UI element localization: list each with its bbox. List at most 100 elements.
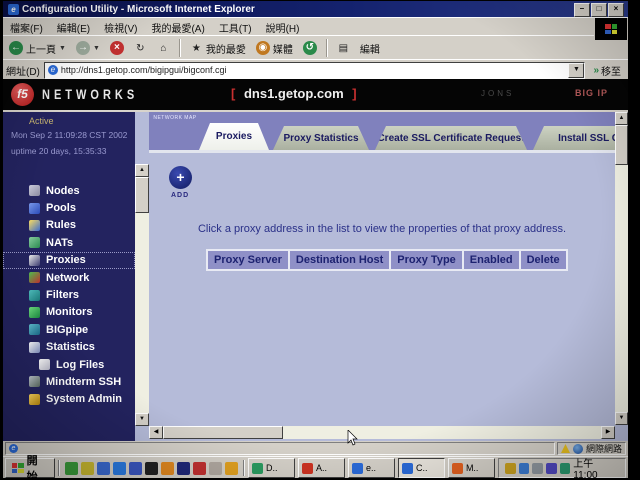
mindterm-ssh-icon (29, 376, 40, 387)
quicklaunch-icon[interactable] (225, 462, 238, 475)
go-button[interactable]: » 移至 (589, 62, 625, 79)
address-bar: 網址(D) e ▼ » 移至 (3, 59, 628, 80)
taskbar-window-4-active[interactable]: C.. (398, 458, 445, 478)
content-frame: NETWORK MAP Proxies Proxy Statistics Cre… (149, 112, 628, 441)
quicklaunch-icon[interactable] (81, 462, 94, 475)
minimize-button[interactable]: – (574, 3, 590, 17)
favorites-button[interactable]: ★ 我的最愛 (186, 40, 250, 57)
menu-tools[interactable]: 工具(T) (212, 18, 259, 37)
scroll-up-icon[interactable]: ▲ (135, 164, 149, 177)
page-icon: e (48, 65, 58, 75)
nodes-icon (29, 185, 40, 196)
sidebar-item-filters[interactable]: Filters (3, 286, 135, 303)
screen: e Configuration Utility - Microsoft Inte… (0, 0, 640, 480)
taskbar-window-1[interactable]: D.. (248, 458, 295, 478)
address-label: 網址(D) (6, 63, 40, 78)
quicklaunch-icon[interactable] (65, 462, 78, 475)
sidebar-item-network[interactable]: Network (3, 269, 135, 286)
tab-create-ssl-certificate-request[interactable]: Create SSL Certificate Request (375, 126, 527, 150)
quicklaunch-icon[interactable] (209, 462, 222, 475)
sidebar-scrollbar[interactable]: ▲ ▼ (135, 164, 149, 426)
sidebar-item-log-files[interactable]: Log Files (3, 356, 135, 373)
monitors-icon (29, 307, 40, 318)
quicklaunch-icon[interactable] (161, 462, 174, 475)
print-button[interactable]: ▤ (333, 41, 354, 56)
zone-area: 網際網路 (557, 442, 626, 455)
menu-view[interactable]: 檢視(V) (97, 18, 144, 37)
quicklaunch-icon[interactable] (129, 462, 142, 475)
sidebar: Active Mon Sep 2 11:09:28 CST 2002 uptim… (3, 112, 135, 441)
content-vertical-scrollbar[interactable]: ▲ ▼ (615, 112, 628, 425)
refresh-button[interactable]: ↻ (130, 41, 151, 56)
scroll-right-icon[interactable]: ▶ (601, 426, 615, 439)
scroll-down-icon[interactable]: ▼ (615, 412, 628, 425)
network-map-button[interactable]: NETWORK MAP (153, 115, 197, 121)
ie-app-icon (352, 463, 363, 474)
forward-dropdown-icon[interactable]: ▼ (93, 45, 100, 52)
stop-button[interactable]: × (106, 40, 128, 56)
content-horizontal-scrollbar[interactable]: ◀ ▶ (149, 426, 615, 439)
sidebar-item-system-admin[interactable]: System Admin (3, 391, 135, 408)
quicklaunch-icon[interactable] (177, 462, 190, 475)
sidebar-item-monitors[interactable]: Monitors (3, 304, 135, 321)
sidebar-item-statistics[interactable]: Statistics (3, 339, 135, 356)
quicklaunch-icon[interactable] (97, 462, 110, 475)
menu-file[interactable]: 檔案(F) (3, 18, 50, 37)
back-dropdown-icon[interactable]: ▼ (59, 45, 66, 52)
edit-button[interactable]: 編輯 (356, 40, 384, 57)
network-tray-icon[interactable] (560, 463, 571, 474)
app-icon (302, 463, 313, 474)
home-icon: ⌂ (157, 42, 170, 55)
home-button[interactable]: ⌂ (153, 41, 174, 56)
clock[interactable]: 上午 11:00 (573, 455, 619, 478)
taskbar-window-5[interactable]: M.. (448, 458, 495, 478)
taskbar-window-2[interactable]: A.. (298, 458, 345, 478)
bigip-logo-text: BIG IP (575, 88, 608, 98)
system-admin-icon (29, 394, 40, 405)
quicklaunch-icon[interactable] (113, 462, 126, 475)
tab-proxies[interactable]: Proxies (199, 123, 269, 150)
history-button[interactable]: ↺ (299, 40, 321, 56)
taskbar-window-3[interactable]: e.. (348, 458, 395, 478)
scroll-left-icon[interactable]: ◀ (149, 426, 163, 439)
back-button[interactable]: ← 上一頁 ▼ (5, 40, 70, 57)
scroll-up-icon[interactable]: ▲ (615, 112, 628, 125)
col-proxy-server: Proxy Server (207, 250, 289, 270)
system-tray: 上午 11:00 (498, 458, 626, 478)
add-button-label: ADD (171, 192, 189, 199)
add-button[interactable]: + (169, 166, 192, 189)
close-button[interactable]: × (608, 3, 624, 17)
sidebar-item-nodes[interactable]: Nodes (3, 182, 135, 199)
tray-app-icon[interactable] (546, 463, 557, 474)
zone-label: 網際網路 (586, 442, 622, 455)
sidebar-item-mindterm-ssh[interactable]: Mindterm SSH (3, 373, 135, 390)
quicklaunch-icon[interactable] (193, 462, 206, 475)
instruction-text: Click a proxy address in the list to vie… (149, 223, 615, 235)
sidebar-item-pools[interactable]: Pools (3, 199, 135, 216)
start-button[interactable]: 開始 (5, 458, 55, 478)
sidebar-item-rules[interactable]: Rules (3, 217, 135, 234)
media-button[interactable]: ◉ 媒體 (252, 40, 297, 57)
maximize-button[interactable]: □ (591, 3, 607, 17)
menu-favorites[interactable]: 我的最愛(A) (144, 18, 211, 37)
quicklaunch-icon[interactable] (145, 462, 158, 475)
volume-icon[interactable] (505, 463, 516, 474)
address-input[interactable] (61, 64, 569, 77)
scrollbar-thumb[interactable] (135, 177, 149, 213)
sidebar-item-nats[interactable]: NATs (3, 234, 135, 251)
forward-button[interactable]: → ▼ (72, 40, 104, 56)
menu-help[interactable]: 說明(H) (259, 18, 307, 37)
history-icon: ↺ (303, 41, 317, 55)
refresh-icon: ↻ (134, 42, 147, 55)
tab-proxy-statistics[interactable]: Proxy Statistics (273, 126, 369, 150)
sidebar-item-proxies[interactable]: Proxies (3, 252, 135, 269)
messenger-icon[interactable] (519, 463, 530, 474)
address-dropdown-icon[interactable]: ▼ (568, 63, 584, 78)
scrollbar-thumb[interactable] (163, 426, 283, 439)
menu-edit[interactable]: 編輯(E) (50, 18, 97, 37)
scrollbar-thumb[interactable] (615, 125, 628, 165)
sidebar-item-bigpipe[interactable]: BIGpipe (3, 321, 135, 338)
scroll-down-icon[interactable]: ▼ (135, 413, 149, 426)
display-icon[interactable] (532, 463, 543, 474)
tab-install-ssl-certificate[interactable]: Install SSL Certif (533, 126, 615, 150)
